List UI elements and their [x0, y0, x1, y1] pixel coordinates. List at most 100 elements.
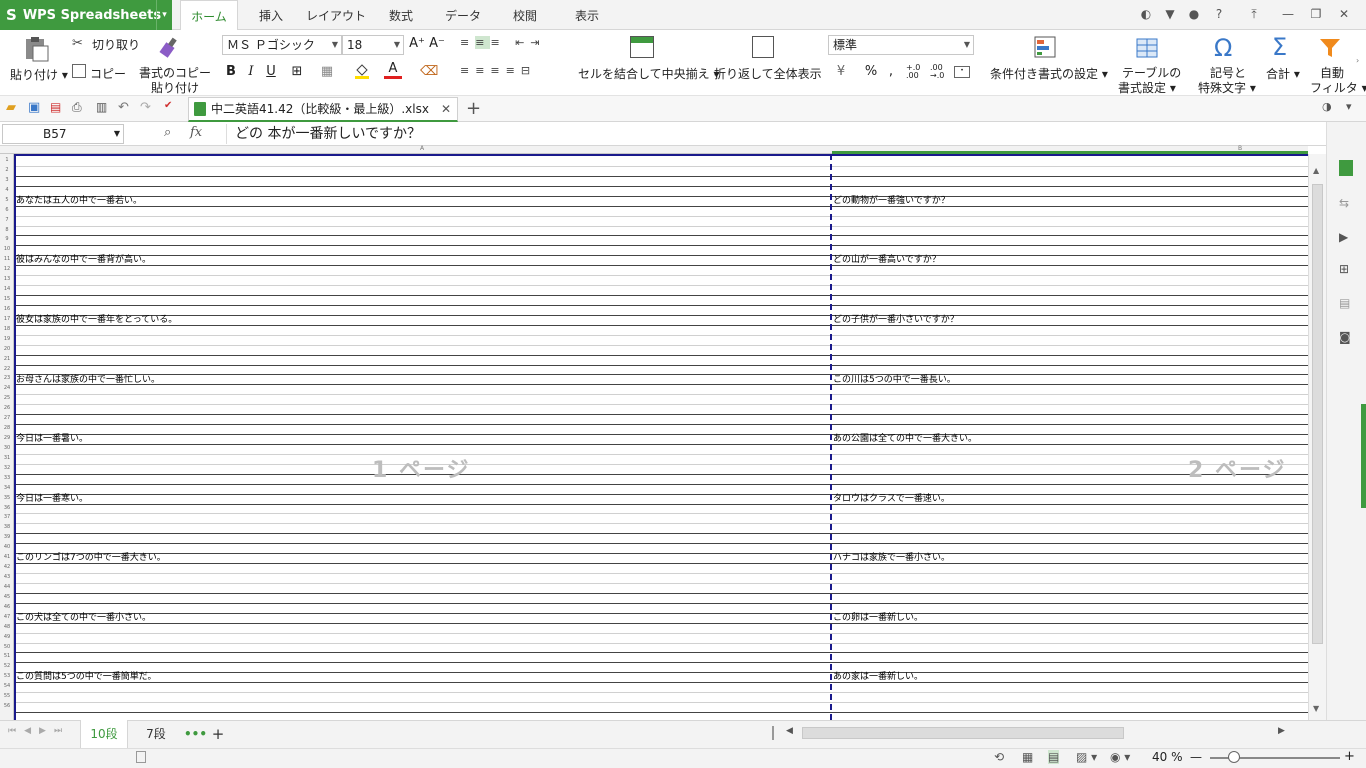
row-number[interactable]: 51	[0, 653, 14, 659]
skin-icon[interactable]: ◐	[1136, 5, 1156, 23]
row-number[interactable]: 29	[0, 435, 14, 441]
freeze-panes-icon[interactable]: ▨ ▾	[1076, 750, 1097, 764]
percent-button[interactable]: %	[862, 63, 880, 81]
conditional-format-button[interactable]: 条件付き書式の設定 ▾	[990, 65, 1108, 82]
wrap-text-icon[interactable]	[752, 36, 774, 58]
row-number[interactable]: 14	[0, 286, 14, 292]
help-button[interactable]: ?	[1208, 5, 1230, 23]
new-doc-icon[interactable]	[1339, 160, 1353, 176]
row-number[interactable]: 46	[0, 604, 14, 610]
omega-icon[interactable]: Ω	[1214, 34, 1232, 62]
doc-props-icon[interactable]: ▤	[1339, 296, 1350, 310]
export-pdf-icon[interactable]: ▤	[50, 100, 61, 114]
wrap-text-button[interactable]: 折り返して全体表示	[714, 65, 822, 82]
row-number[interactable]: 6	[0, 207, 14, 213]
tab-data[interactable]: データ	[438, 0, 488, 30]
document-tab[interactable]: 中二英語41.42（比較級・最上級）.xlsx ✕	[188, 97, 458, 122]
document-close-button[interactable]: ✕	[441, 98, 451, 120]
font-name-select[interactable]: ＭＳ Ｐゴシック ▼	[222, 35, 342, 55]
bold-button[interactable]: B	[222, 63, 240, 81]
cell-b-text[interactable]: あの公園は全ての中で一番大きい。	[833, 434, 977, 444]
vertical-align-icons[interactable]: ≡≡≡ ⇤⇥	[460, 36, 560, 52]
tab-split-handle[interactable]	[772, 726, 774, 740]
copy-button[interactable]: コピー	[90, 65, 126, 82]
merge-center-button[interactable]: セルを結合して中央揃え ▾	[578, 65, 720, 82]
row-number[interactable]: 26	[0, 405, 14, 411]
scroll-down-icon[interactable]: ▼	[1313, 704, 1319, 713]
cell-b-text[interactable]: この卵は一番新しい。	[833, 613, 923, 623]
decrease-decimal-button[interactable]: .00 →.0	[930, 64, 954, 80]
cell-a-text[interactable]: この犬は全ての中で一番小さい。	[16, 613, 151, 623]
merge-center-icon[interactable]	[630, 36, 654, 58]
tab-home[interactable]: ホーム	[180, 0, 238, 31]
zoom-slider-thumb[interactable]	[1228, 751, 1240, 763]
row-number[interactable]: 32	[0, 465, 14, 471]
row-number[interactable]: 44	[0, 584, 14, 590]
row-number[interactable]: 31	[0, 455, 14, 461]
shirt-icon[interactable]: ▼	[1160, 5, 1180, 23]
open-folder-icon[interactable]: ▰	[6, 100, 16, 115]
row-number[interactable]: 42	[0, 564, 14, 570]
fill-color-icon[interactable]	[354, 62, 370, 80]
panel-handle[interactable]	[1361, 404, 1366, 508]
new-tab-button[interactable]: +	[466, 98, 481, 119]
sheet-nav-arrows[interactable]: ⏮◀▶⏭	[8, 726, 70, 736]
collapse-ribbon-icon[interactable]: ⤒	[1244, 5, 1264, 23]
column-header-b[interactable]: B	[1238, 145, 1242, 152]
row-number[interactable]: 30	[0, 445, 14, 451]
row-number[interactable]: 41	[0, 554, 14, 560]
app-menu-button[interactable]: S WPS Spreadsheets ▾	[0, 0, 172, 30]
scroll-up-icon[interactable]: ▲	[1313, 166, 1319, 175]
app-menu-caret[interactable]: ▾	[156, 0, 172, 30]
currency-icon[interactable]: ¥	[832, 63, 850, 81]
row-number[interactable]: 17	[0, 316, 14, 322]
font-size-select[interactable]: 18 ▼	[342, 35, 404, 55]
row-number[interactable]: 40	[0, 544, 14, 550]
vertical-scroll-thumb[interactable]	[1312, 184, 1323, 644]
number-format-select[interactable]: 標準 ▼	[828, 35, 974, 55]
row-number[interactable]: 43	[0, 574, 14, 580]
sheet-tab-7[interactable]: 7段	[134, 720, 178, 748]
page-break-view-icon[interactable]: ▤	[1048, 750, 1060, 764]
share-icon[interactable]: ◑	[1322, 100, 1332, 113]
row-number[interactable]: 38	[0, 524, 14, 530]
row-number[interactable]: 19	[0, 336, 14, 342]
row-number[interactable]: 12	[0, 266, 14, 272]
row-number[interactable]: 24	[0, 385, 14, 391]
format-painter-icon[interactable]	[158, 36, 182, 60]
row-number[interactable]: 5	[0, 197, 14, 203]
zoom-in-button[interactable]: +	[1344, 749, 1355, 764]
user-icon[interactable]: ●	[1184, 5, 1204, 23]
cell-b-text[interactable]: タロウはクラスで一番速い。	[833, 494, 950, 504]
tab-layout[interactable]: レイアウト	[304, 0, 368, 30]
minimize-button[interactable]: —	[1278, 5, 1298, 23]
undo-icon[interactable]: ↶	[118, 100, 129, 115]
row-number[interactable]: 22	[0, 366, 14, 372]
row-number[interactable]: 3	[0, 177, 14, 183]
tab-insert[interactable]: 挿入	[245, 0, 297, 30]
paste-button[interactable]: 貼り付け ▾	[10, 66, 68, 83]
print-preview-icon[interactable]: ▥	[96, 100, 107, 114]
number-format-dialog-icon[interactable]: •	[954, 66, 970, 78]
row-number[interactable]: 7	[0, 217, 14, 223]
column-header-a[interactable]: A	[420, 145, 424, 152]
add-sheet-button[interactable]: +	[208, 720, 228, 748]
row-number[interactable]: 1	[0, 157, 14, 163]
borders-icon[interactable]: ⊞	[288, 63, 306, 81]
row-number[interactable]: 54	[0, 683, 14, 689]
clear-format-icon[interactable]: ⌫	[420, 63, 438, 81]
cell-b-text[interactable]: ハナコは家族で一番小さい。	[833, 553, 950, 563]
row-number[interactable]: 48	[0, 624, 14, 630]
tab-menu-icon[interactable]: ▾	[1346, 100, 1352, 113]
fx-button[interactable]: fx	[190, 125, 202, 140]
cell-a-text[interactable]: 今日は一番暑い。	[16, 434, 88, 444]
row-number[interactable]: 37	[0, 514, 14, 520]
cell-b-text[interactable]: この川は5つの中で一番長い。	[833, 375, 956, 385]
history-icon[interactable]: ⟲	[994, 750, 1004, 764]
zoom-level[interactable]: 40 %	[1152, 750, 1183, 764]
zoom-out-button[interactable]: —	[1190, 750, 1202, 764]
sheet-tab-more[interactable]: •••	[184, 720, 207, 748]
name-box[interactable]: B57 ▼	[2, 124, 124, 144]
row-number[interactable]: 10	[0, 246, 14, 252]
row-number[interactable]: 25	[0, 395, 14, 401]
